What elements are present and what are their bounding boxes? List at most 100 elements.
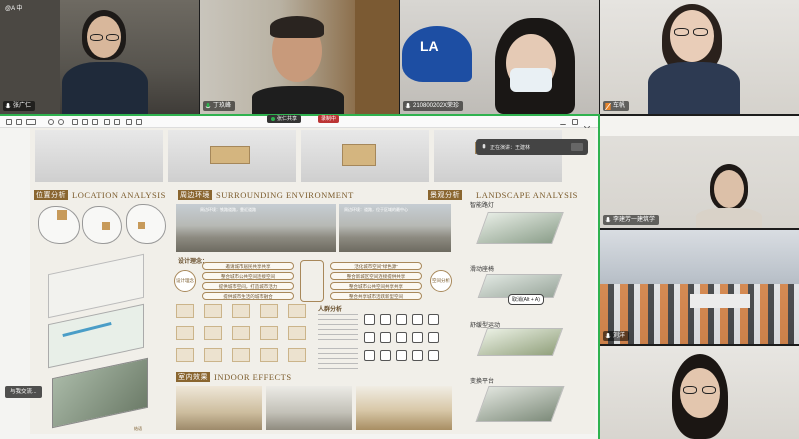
toolbar-icon[interactable] <box>82 119 88 125</box>
person-icon <box>396 332 407 343</box>
restore-icon[interactable] <box>572 119 578 125</box>
video-tile-1[interactable]: @A 中 张广仁 <box>0 0 199 114</box>
video-tile-2[interactable]: 丁玖峰 <box>200 0 399 114</box>
activity-icon <box>288 348 306 362</box>
microphone-muted-icon <box>605 102 611 110</box>
person-icon <box>364 350 375 361</box>
person-icon <box>428 350 439 361</box>
layered-site-diagram <box>38 253 158 429</box>
speaker-popup[interactable]: 正在演讲：王建林 <box>476 139 588 155</box>
toolbar-icon[interactable] <box>16 119 22 125</box>
microphone-icon <box>205 102 211 108</box>
poster: 位置分析 LOCATION ANALYSIS 周边环境 SURROUNDING EN… <box>30 128 595 434</box>
toolbar-icon[interactable] <box>92 119 98 125</box>
toolbar-icon[interactable] <box>114 119 120 125</box>
share-border <box>598 114 600 439</box>
video-tile-3[interactable]: LA 210800202X荣珍 <box>400 0 599 114</box>
activity-icon <box>176 348 194 362</box>
people-text-block <box>318 314 358 344</box>
microphone-icon <box>605 216 611 222</box>
person-icon <box>380 314 391 325</box>
map-highlight <box>138 222 145 229</box>
minimize-icon[interactable] <box>560 119 566 125</box>
cap <box>402 26 472 82</box>
activity-icon <box>204 348 222 362</box>
participant-name-tag: 丁玖峰 <box>203 101 236 111</box>
concept-right-1: 活化城市空间“绿色源” <box>330 262 422 270</box>
activity-icon <box>232 326 250 340</box>
massing-block <box>210 146 250 164</box>
recording-badge: 录制中 <box>318 115 340 123</box>
people-analysis-title: 人群分析 <box>318 307 343 313</box>
person-icon <box>428 332 439 343</box>
surrounding-title: 周边环境 SURROUNDING ENVIRONMENT <box>178 190 354 200</box>
toolbar-icon[interactable] <box>104 119 110 125</box>
person-icon <box>412 314 423 325</box>
video-tile-4[interactable]: 车帆 <box>600 0 799 114</box>
participant-name-tag: 车帆 <box>603 101 630 111</box>
popup-close-button[interactable] <box>571 143 583 151</box>
activity-icon <box>204 326 222 340</box>
participant-name-tag: 刘洋 <box>603 331 630 341</box>
massing-block <box>342 144 376 166</box>
concept-left-2: 整合城市公共空间连接空间 <box>202 272 294 280</box>
microphone-icon <box>405 102 411 108</box>
city-map <box>126 204 166 244</box>
landscape-title: 景观分析 LANDSCAPE ANALYSIS <box>428 190 578 200</box>
activity-icon <box>204 304 222 318</box>
person-icon <box>396 350 407 361</box>
zoom-in-icon[interactable] <box>48 119 54 125</box>
person-icon <box>380 332 391 343</box>
activity-icon <box>260 326 278 340</box>
concept-right-2: 整合新城区空间连接提供共享 <box>330 272 422 280</box>
interior-render-1 <box>176 386 262 430</box>
toolbar-icon[interactable] <box>72 119 78 125</box>
video-tile-6[interactable]: 刘洋 <box>600 230 799 344</box>
concept-left-4: 提供城市生活的城市融合 <box>202 292 294 300</box>
person-icon <box>412 332 423 343</box>
close-icon[interactable] <box>583 119 591 133</box>
footer-caption: 结语 <box>134 426 142 431</box>
meeting-window: @A 中 张广仁 丁玖峰 LA 210800202X荣珍 车帆 李建芳一建筑学 … <box>0 0 799 439</box>
presenter-indicator: 张仁共享 <box>267 115 302 123</box>
chat-hint[interactable]: 与我交流... <box>5 386 42 398</box>
activity-icon <box>288 326 306 340</box>
video-tile-5[interactable]: 李建芳一建筑学 <box>600 116 799 228</box>
person-icon <box>412 350 423 361</box>
person-icon <box>428 314 439 325</box>
zoom-out-icon[interactable] <box>58 119 64 125</box>
participant-name-tag: 210800202X荣珍 <box>403 101 464 111</box>
interior-render-2 <box>266 386 352 430</box>
microphone-icon <box>605 332 611 338</box>
toolbar-icon[interactable] <box>136 119 142 125</box>
concept-left-1: 邀请城市居民共享共享 <box>202 262 294 270</box>
activity-icon <box>232 304 250 318</box>
landscape-plate-4 <box>475 386 565 422</box>
microphone-icon <box>5 102 11 108</box>
photo-caption: 周边环境：道路，位于区域的最中心 <box>344 207 408 212</box>
landscape-plate-3 <box>476 328 564 356</box>
toolbar-icon[interactable] <box>6 119 12 125</box>
activity-icon <box>260 304 278 318</box>
activity-icon <box>260 348 278 362</box>
participant-name-tag: 李建芳一建筑学 <box>603 215 660 225</box>
person-icon <box>364 314 375 325</box>
activity-icon <box>288 304 306 318</box>
photo-caption: 周边环境：铁路道路，靠近道路 <box>200 207 256 212</box>
massing-diagram-4 <box>434 130 562 182</box>
toolbar-icon[interactable] <box>26 119 36 125</box>
screenshot-cancel-hint[interactable]: 取消(Alt + A) <box>508 294 544 305</box>
activity-icon <box>232 348 250 362</box>
microphone-icon <box>482 143 486 148</box>
person-icon <box>364 332 375 343</box>
concept-left-3: 提供城市空间，打造城市活力 <box>202 282 294 290</box>
concept-circle-left: 设计理念 <box>174 270 196 292</box>
activity-icon <box>176 326 194 340</box>
video-tile-7[interactable] <box>600 346 799 439</box>
landscape-label-1: 智能路灯 <box>470 203 495 209</box>
person-icon <box>380 350 391 361</box>
map-highlight <box>57 210 67 220</box>
toolbar-icon[interactable] <box>126 119 132 125</box>
concept-circle-right: 空间分析 <box>430 270 452 292</box>
landscape-plate-1 <box>476 212 564 244</box>
